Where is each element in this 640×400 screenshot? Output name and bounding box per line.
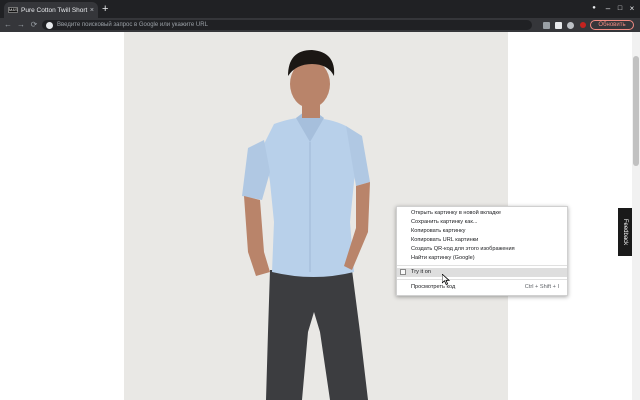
address-bar[interactable]: Введите поисковый запрос в Google или ук… (42, 20, 532, 30)
ctx-create-qr-code[interactable]: Создать QR-код для этого изображения (397, 245, 567, 254)
profile-avatar[interactable] (580, 22, 586, 28)
ctx-inspect-shortcut: Ctrl + Shift + I (524, 284, 559, 290)
address-placeholder: Введите поисковый запрос в Google или ук… (57, 22, 208, 28)
close-window-button[interactable]: × (626, 3, 638, 14)
new-tab-button[interactable]: + (102, 2, 108, 16)
update-button[interactable]: Обновить (590, 20, 634, 30)
ctx-separator (397, 279, 567, 280)
context-menu: Открыть картинку в новой вкладке Сохрани… (396, 206, 568, 296)
try-on-extension-icon (400, 269, 406, 275)
extension-grid-icon[interactable] (543, 22, 550, 29)
browser-toolbar: ← → ⟳ Введите поисковый запрос в Google … (0, 18, 640, 32)
favicon-icon: M&S (8, 7, 18, 13)
forward-button[interactable]: → (15, 18, 27, 32)
scrollbar-thumb[interactable] (633, 56, 639, 166)
ctx-open-image-new-tab[interactable]: Открыть картинку в новой вкладке (397, 209, 567, 218)
tab-title: Pure Cotton Twill Short Sl (21, 6, 88, 14)
minimize-button[interactable]: – (602, 3, 614, 14)
ctx-copy-image-url[interactable]: Копировать URL картинки (397, 236, 567, 245)
ctx-save-image-as[interactable]: Сохранить картинку как... (397, 218, 567, 227)
ctx-separator (397, 265, 567, 266)
ctx-search-image-google[interactable]: Найти картинку (Google) (397, 254, 567, 263)
account-icon[interactable]: ● (588, 3, 600, 14)
google-icon (46, 21, 53, 29)
ctx-inspect[interactable]: Просмотреть код Ctrl + Shift + I (397, 283, 567, 292)
feedback-label: Feedback (622, 218, 629, 246)
tab-close-icon[interactable]: × (90, 7, 94, 14)
tab-active[interactable]: M&S Pure Cotton Twill Short Sl × (4, 2, 98, 18)
feedback-button[interactable]: Feedback (618, 208, 632, 256)
back-button[interactable]: ← (2, 18, 14, 32)
ctx-try-it-on[interactable]: Try it on (397, 268, 567, 277)
puzzle-icon[interactable] (567, 22, 574, 29)
tab-bar: M&S Pure Cotton Twill Short Sl × + ● – □… (0, 0, 640, 18)
reload-button[interactable]: ⟳ (28, 18, 40, 32)
restore-button[interactable]: □ (614, 3, 626, 14)
ctx-copy-image[interactable]: Копировать картинку (397, 227, 567, 236)
mouse-cursor-icon (442, 274, 450, 285)
extension-square-icon[interactable] (555, 22, 562, 29)
ctx-try-it-on-label: Try it on (411, 269, 431, 275)
